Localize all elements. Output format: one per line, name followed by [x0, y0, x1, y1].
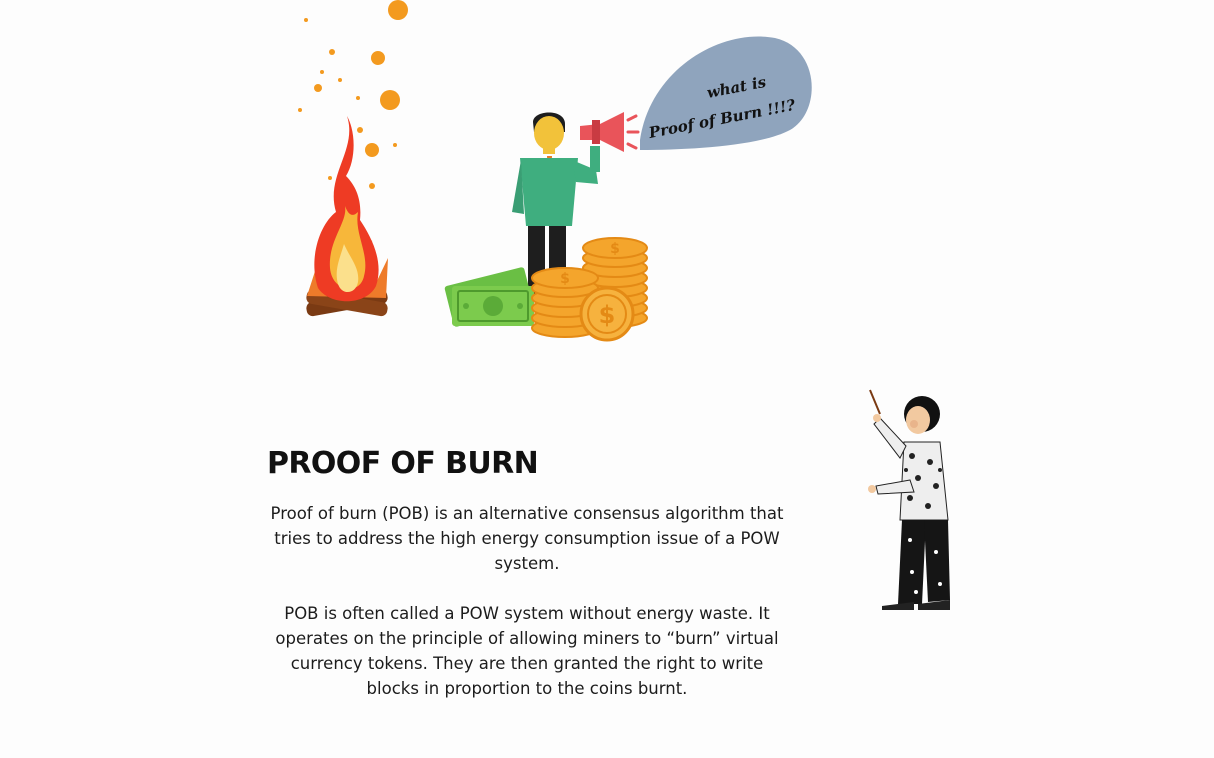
description-paragraph: POB is often called a POW system without… — [275, 604, 779, 698]
page-title: PROOF OF BURN — [267, 446, 539, 481]
money-icon — [444, 267, 534, 327]
coin-dollar-sign: $ — [560, 271, 570, 287]
coin-dollar-sign: $ — [599, 301, 616, 329]
megaphone-icon — [580, 112, 640, 152]
intro-paragraph: Proof of burn (POB) is an alternative co… — [270, 504, 784, 573]
coin-dollar-sign: $ — [610, 241, 620, 257]
presenter-figure — [868, 389, 950, 610]
coin-particles — [298, 0, 408, 189]
